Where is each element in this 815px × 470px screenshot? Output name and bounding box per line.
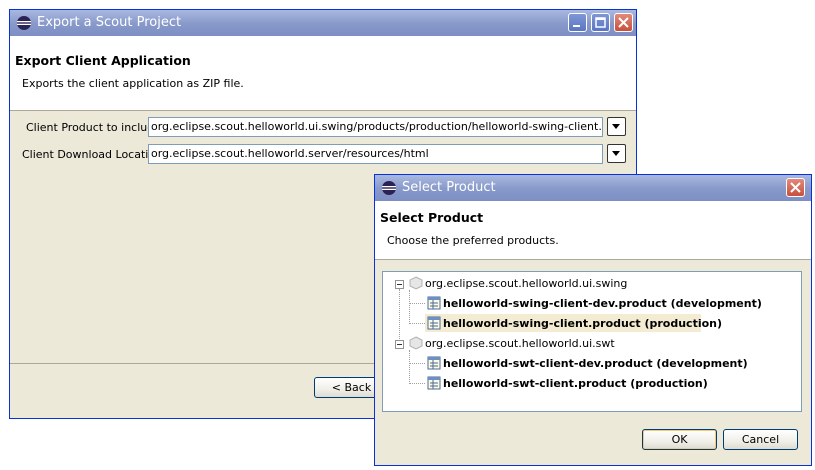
tree-group-swing[interactable]: org.eclipse.scout.helloworld.ui.swing	[425, 277, 627, 290]
cancel-button[interactable]: Cancel	[723, 429, 798, 450]
tree-item-selected[interactable]: helloworld-swing-client.product (product…	[443, 317, 722, 330]
tree-connector	[409, 363, 425, 364]
page-description: Exports the client application as ZIP fi…	[22, 77, 244, 90]
minimize-icon	[573, 25, 580, 27]
location-field[interactable]: org.eclipse.scout.helloworld.server/reso…	[148, 144, 603, 164]
collapse-toggle[interactable]	[395, 340, 404, 349]
tree-group-swt[interactable]: org.eclipse.scout.helloworld.ui.swt	[425, 337, 615, 350]
dialog-heading: Select Product	[380, 210, 484, 225]
tree-connector	[399, 289, 400, 345]
export-window-title: Export a Scout Project	[37, 15, 182, 30]
chevron-down-icon	[612, 124, 620, 129]
page-title: Export Client Application	[15, 53, 191, 68]
tree-connector	[409, 323, 425, 324]
chevron-down-icon	[612, 151, 620, 156]
product-dropdown-button[interactable]	[607, 117, 626, 136]
product-label: Client Product to include	[26, 121, 161, 134]
maximize-button[interactable]	[591, 13, 610, 32]
product-file-icon	[427, 316, 441, 330]
dialog-titlebar[interactable]: Select Product	[375, 175, 811, 201]
wizard-header: Export Client Application Exports the cl…	[10, 36, 636, 111]
maximize-icon	[595, 17, 606, 28]
tree-connector	[409, 383, 425, 384]
product-file-icon	[427, 296, 441, 310]
product-file-icon	[427, 356, 441, 370]
product-file-icon	[427, 376, 441, 390]
plugin-icon	[409, 336, 423, 350]
plugin-icon	[409, 276, 423, 290]
export-window-titlebar[interactable]: Export a Scout Project	[10, 10, 636, 36]
dialog-close-button[interactable]	[786, 178, 805, 197]
dialog-title: Select Product	[402, 180, 496, 195]
eclipse-icon	[382, 181, 396, 195]
eclipse-icon	[17, 16, 31, 30]
product-field[interactable]: org.eclipse.scout.helloworld.ui.swing/pr…	[148, 117, 603, 137]
select-product-dialog: Select Product Select Product Choose the…	[374, 174, 812, 466]
tree-item[interactable]: helloworld-swt-client-dev.product (devel…	[443, 357, 748, 370]
close-icon	[618, 17, 629, 28]
product-tree[interactable]: org.eclipse.scout.helloworld.ui.swing he…	[382, 271, 802, 412]
location-dropdown-button[interactable]	[607, 144, 626, 163]
tree-connector	[409, 350, 410, 384]
collapse-toggle[interactable]	[395, 280, 404, 289]
tree-item[interactable]: helloworld-swing-client-dev.product (dev…	[443, 297, 762, 310]
tree-connector	[409, 290, 410, 324]
location-label: Client Download Location	[22, 148, 163, 161]
minimize-button[interactable]	[568, 13, 587, 32]
close-icon	[790, 182, 801, 193]
dialog-header: Select Product Choose the preferred prod…	[375, 201, 811, 260]
tree-connector	[409, 303, 425, 304]
dialog-description: Choose the preferred products.	[387, 234, 559, 247]
close-button[interactable]	[614, 13, 633, 32]
tree-item[interactable]: helloworld-swt-client.product (productio…	[443, 377, 708, 390]
ok-button[interactable]: OK	[642, 429, 717, 450]
